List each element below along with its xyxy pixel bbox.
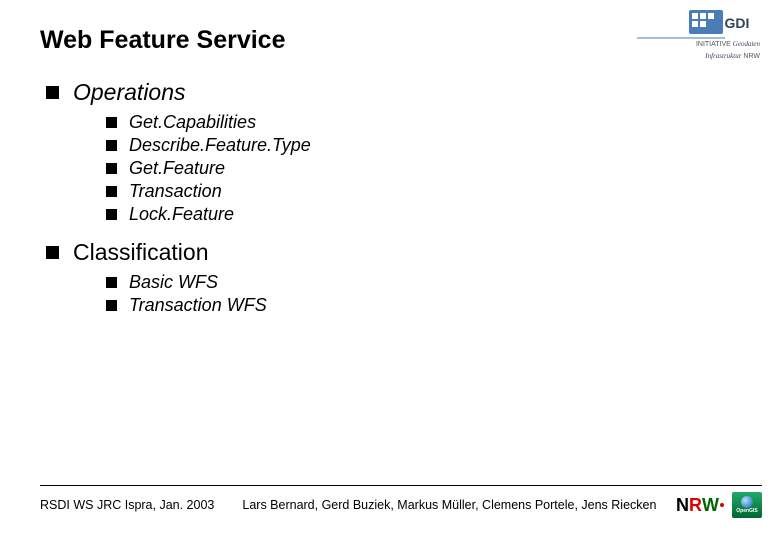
square-bullet-icon [106,209,117,220]
footer: RSDI WS JRC Ispra, Jan. 2003 Lars Bernar… [40,485,762,518]
section-heading: Operations [73,79,186,106]
list-item-label: Get.Capabilities [129,112,256,133]
nrw-logo: NRW [676,494,728,516]
globe-icon [741,496,753,508]
list-item: Transaction [106,181,740,202]
list-item: Get.Capabilities [106,112,740,133]
square-bullet-icon [46,246,59,259]
square-bullet-icon [106,277,117,288]
nrw-w: W [702,495,719,516]
list-item: Basic WFS [106,272,740,293]
footer-authors: Lars Bernard, Gerd Buziek, Markus Müller… [242,498,676,512]
nrw-n: N [676,495,689,516]
opengis-logo: OpenGIS [732,492,762,518]
slide: GDI INITIATIVE Geodaten Infrastruktur NR… [0,0,780,540]
footer-logos: NRW OpenGIS [676,492,762,518]
list-item: Describe.Feature.Type [106,135,740,156]
list-item-label: Describe.Feature.Type [129,135,311,156]
opengis-label: OpenGIS [736,509,757,514]
footer-date: RSDI WS JRC Ispra, Jan. 2003 [40,498,214,512]
list-item: Transaction WFS [106,295,740,316]
square-bullet-icon [106,117,117,128]
list-item-label: Transaction [129,181,222,202]
square-bullet-icon [106,300,117,311]
slide-content: Operations Get.Capabilities Describe.Fea… [40,79,740,316]
square-bullet-icon [106,186,117,197]
section-heading: Classification [73,239,209,266]
square-bullet-icon [106,140,117,151]
section-operations: Operations [46,79,740,106]
svg-text:GDI: GDI [725,15,750,31]
list-item: Lock.Feature [106,204,740,225]
square-bullet-icon [106,163,117,174]
list-item-label: Get.Feature [129,158,225,179]
dot-icon [720,503,724,507]
section-classification: Classification [46,239,740,266]
list-item: Get.Feature [106,158,740,179]
square-bullet-icon [46,86,59,99]
classification-list: Basic WFS Transaction WFS [46,272,740,316]
list-item-label: Transaction WFS [129,295,267,316]
list-item-label: Basic WFS [129,272,218,293]
nrw-r: R [689,495,702,516]
list-item-label: Lock.Feature [129,204,234,225]
svg-text:INITIATIVE Geodaten: INITIATIVE Geodaten [696,40,761,48]
gdi-nrw-logo: GDI INITIATIVE Geodaten Infrastruktur NR… [637,8,762,64]
svg-text:Infrastruktur NRW: Infrastruktur NRW [704,52,760,60]
slide-title: Web Feature Service [40,26,740,55]
operations-list: Get.Capabilities Describe.Feature.Type G… [46,112,740,225]
